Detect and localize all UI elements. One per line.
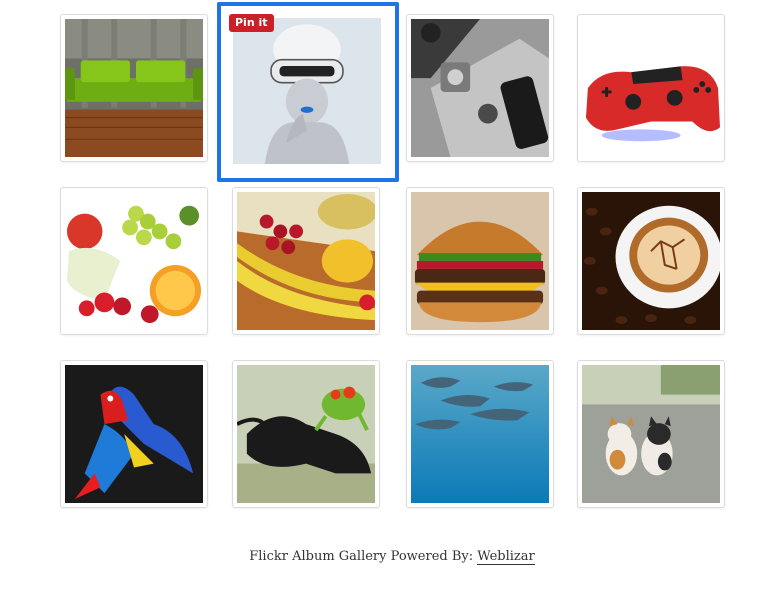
gallery-item-controller[interactable] (577, 14, 725, 162)
gallery-item-sofa[interactable] (60, 14, 208, 162)
gallery-item-fruit[interactable] (60, 187, 208, 335)
gallery-item-kittens[interactable] (577, 360, 725, 508)
pin-it-button[interactable]: Pin it (229, 14, 274, 32)
banana-fruit-image (237, 192, 375, 330)
gallery-item-parrot[interactable] (60, 360, 208, 508)
ipad-iphone-image (411, 19, 549, 157)
fruit-image (65, 192, 203, 330)
sofa-image (65, 19, 203, 157)
vr-headset-woman-image (233, 18, 381, 164)
kittens-image (582, 365, 720, 503)
gallery-item-dolphins[interactable] (406, 360, 554, 508)
parrot-image (65, 365, 203, 503)
coffee-image (582, 192, 720, 330)
gallery-item-coffee[interactable] (577, 187, 725, 335)
weblizar-link[interactable]: Weblizar (477, 549, 535, 565)
footer-text: Flickr Album Gallery Powered By: (249, 549, 474, 564)
gallery-item-ipad[interactable] (406, 14, 554, 162)
frog-beetle-image (237, 365, 375, 503)
gallery-item-banana-fruit[interactable] (232, 187, 380, 335)
gallery-item-burger[interactable] (406, 187, 554, 335)
burger-image (411, 192, 549, 330)
game-controller-image (582, 19, 720, 157)
gallery-item-vr-headset[interactable]: Pin it (217, 2, 399, 182)
dolphins-image (411, 365, 549, 503)
gallery-item-frog-beetle[interactable] (232, 360, 380, 508)
gallery-footer: Flickr Album Gallery Powered By: Webliza… (0, 549, 784, 565)
